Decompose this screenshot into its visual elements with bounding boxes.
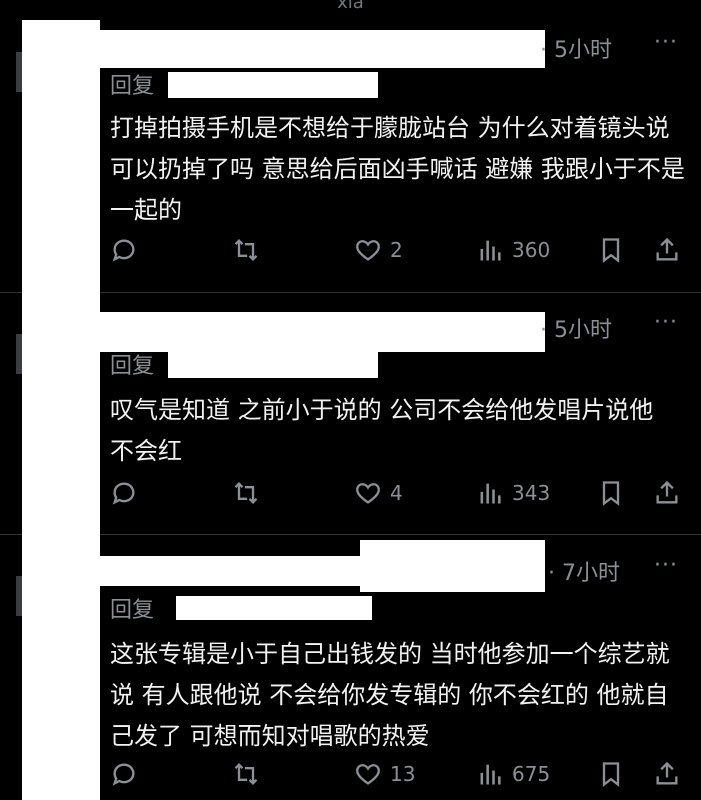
share-button[interactable] [653,236,681,264]
redaction-handle [176,596,372,620]
bookmark-button[interactable] [597,479,625,507]
repost-icon [234,763,258,785]
repost-icon [234,239,258,261]
redaction-author-2 [360,540,545,592]
reply-to-label: 回复 [110,74,155,99]
views-icon [480,764,501,785]
views-icon [480,240,501,261]
divider [0,292,701,293]
bookmark-button[interactable] [597,236,625,264]
divider [0,534,701,535]
redaction-author [100,30,545,68]
like-button[interactable]: 2 [354,236,403,264]
views-count: 360 [512,238,551,262]
bookmark-button[interactable] [597,760,625,788]
reply-to-label: 回复 [110,354,155,379]
post-time: · 5小时 [540,318,612,343]
redaction-column [22,20,100,800]
redaction-handle [168,72,378,98]
repost-icon [234,482,258,504]
more-options-button[interactable]: ··· [654,310,678,335]
heart-icon [356,483,380,504]
repost-button[interactable] [232,760,260,788]
repost-button[interactable] [232,479,260,507]
redaction-author [100,312,545,352]
post-time: · 5小时 [540,38,612,63]
reply-button[interactable] [110,760,138,788]
like-button[interactable]: 13 [354,760,415,788]
reply-icon [112,482,135,505]
share-icon [656,237,678,261]
post-text: 这张专辑是小于自己出钱发的 当时他参加一个综艺就说 有人跟他说 不会给你发专辑的… [110,640,670,750]
reply-button[interactable] [110,236,138,264]
like-count: 2 [390,238,403,262]
like-button[interactable]: 4 [354,479,403,507]
bookmark-icon [602,762,620,787]
action-bar: 13 675 [0,760,701,794]
bookmark-icon [602,238,620,263]
views-button[interactable]: 360 [476,236,550,264]
views-button[interactable]: 675 [476,760,550,788]
share-icon [656,761,678,785]
like-count: 13 [390,762,416,786]
more-options-button[interactable]: ··· [654,553,678,578]
reply-icon [112,763,135,786]
reply-to-label: 回复 [110,598,155,623]
redaction-author [100,556,360,586]
more-options-button[interactable]: ··· [654,30,678,55]
redaction-handle [168,352,378,378]
share-button[interactable] [653,479,681,507]
like-count: 4 [390,481,403,505]
views-button[interactable]: 343 [476,479,550,507]
bookmark-icon [602,481,620,506]
post-text: 打掉拍摄手机是不想给于朦胧站台 为什么对着镜头说可以扔掉了吗 意思给后面凶手喊话… [110,114,685,224]
post-text: 叹气是知道 之前小于说的 公司不会给他发唱片说他不会红 [110,396,654,465]
heart-icon [356,240,380,261]
views-count: 675 [512,762,551,786]
views-count: 343 [512,481,551,505]
post-time: · 7小时 [548,561,620,586]
reply-button[interactable] [110,479,138,507]
reply-icon [112,239,135,262]
views-icon [480,483,501,504]
heart-icon [356,764,380,785]
action-bar: 4 343 [0,479,701,513]
repost-button[interactable] [232,236,260,264]
app-title: xia [337,0,364,13]
action-bar: 2 360 [0,236,701,270]
share-icon [656,480,678,504]
share-button[interactable] [653,760,681,788]
